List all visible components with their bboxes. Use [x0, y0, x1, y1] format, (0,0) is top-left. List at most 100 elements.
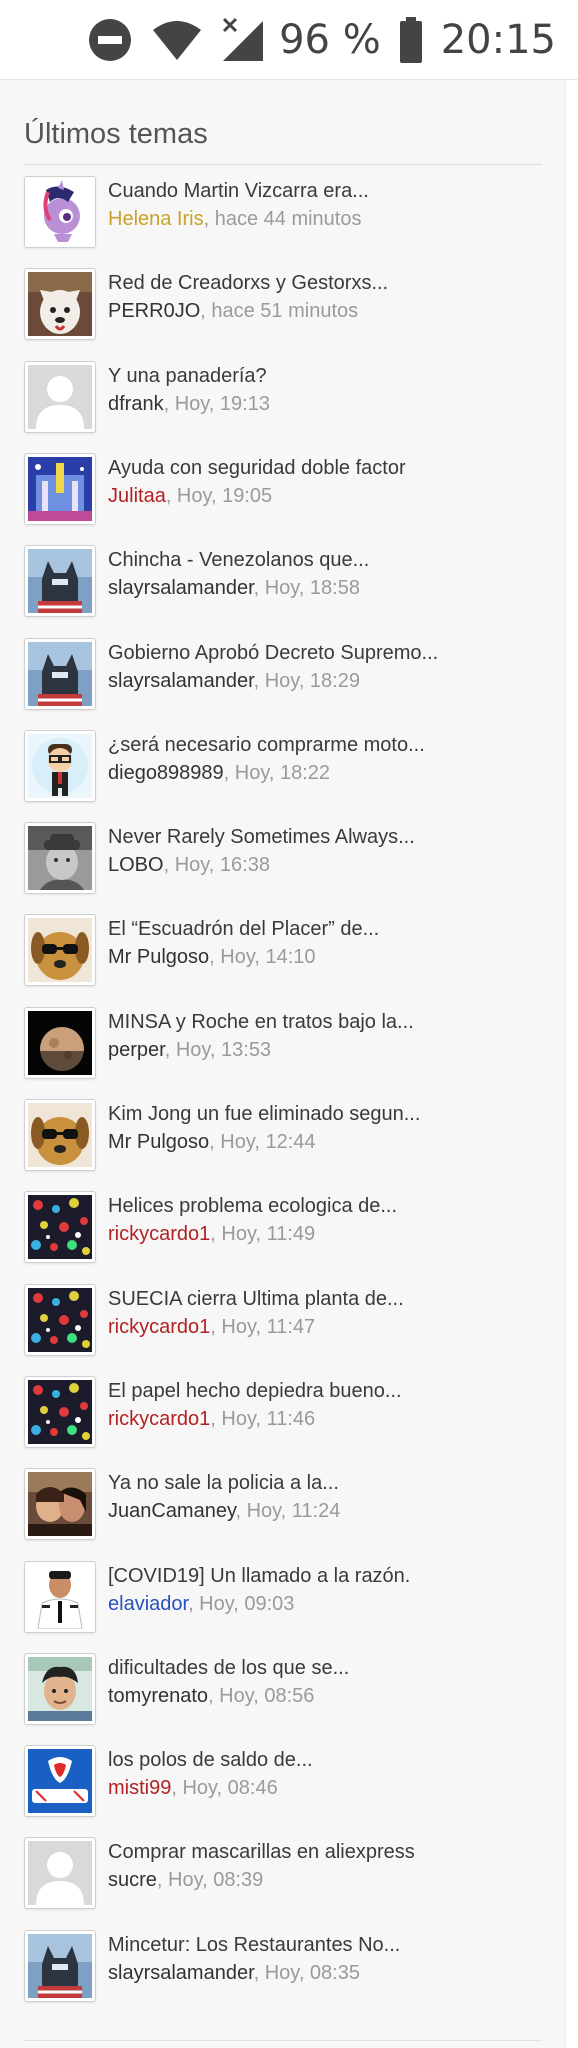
topic-row[interactable]: Kim Jong un fue eliminado segun... Mr Pul… [24, 1099, 542, 1179]
avatar[interactable] [24, 637, 96, 710]
avatar[interactable] [24, 1375, 96, 1448]
topic-meta: LOBO, Hoy, 16:38 [108, 851, 538, 879]
author-link[interactable]: misti99 [108, 1777, 171, 1799]
author-link[interactable]: slayrsalamander [108, 670, 254, 692]
topic-text: Y una panadería? dfrank, Hoy, 19:13 [108, 361, 538, 418]
topic-row[interactable]: Ayuda con seguridad doble factor Julitaa,… [24, 452, 542, 533]
topic-row[interactable]: El papel hecho depiedra bueno... rickycar… [24, 1375, 542, 1456]
topic-title-link[interactable]: Helices problema ecologica de... [108, 1193, 538, 1219]
avatar[interactable] [24, 452, 96, 525]
topic-title-link[interactable]: El “Escuadrón del Placer” de... [108, 916, 538, 942]
author-link[interactable]: rickycardo1 [108, 1223, 210, 1245]
topic-title-link[interactable]: Kim Jong un fue eliminado segun... [108, 1101, 538, 1127]
topic-title-link[interactable]: Gobierno Aprobó Decreto Supremo... [108, 640, 538, 666]
topic-row[interactable]: ¿será necesario comprarme moto... diego89… [24, 729, 542, 810]
topic-title-link[interactable]: Never Rarely Sometimes Always... [108, 824, 538, 850]
avatar[interactable] [24, 1652, 96, 1725]
post-time: , Hoy, 08:56 [208, 1684, 315, 1707]
avatar[interactable] [24, 545, 96, 618]
title-divider [24, 164, 542, 165]
topic-title-link[interactable]: Mincetur: Los Restaurantes No... [108, 1932, 538, 1958]
topic-meta: Mr Pulgoso, Hoy, 12:44 [108, 1128, 538, 1156]
author-link[interactable]: slayrsalamander [108, 577, 254, 599]
author-link[interactable]: slayrsalamander [108, 1962, 254, 1984]
topic-row[interactable]: Y una panadería? dfrank, Hoy, 19:13 [24, 360, 542, 441]
topic-row[interactable]: SUECIA cierra Ultima planta de... rickyca… [24, 1283, 542, 1364]
battery-percent: 96 % [279, 16, 381, 63]
topic-row[interactable]: El “Escuadrón del Placer” de... Mr Pulgos… [24, 914, 542, 994]
topic-row[interactable]: Red de Creadorxs y Gestorxs... PERR0JO, h… [24, 268, 542, 348]
topic-text: El “Escuadrón del Placer” de... Mr Pulgos… [108, 914, 538, 971]
topic-title-link[interactable]: Y una panadería? [108, 363, 538, 389]
author-link[interactable]: PERR0JO [108, 300, 200, 322]
topic-title-link[interactable]: Ayuda con seguridad doble factor [108, 455, 538, 481]
topic-meta: elaviador, Hoy, 09:03 [108, 1590, 538, 1618]
topic-row[interactable]: Ya no sale la policia a la... JuanCamaney… [24, 1468, 542, 1548]
topic-title-link[interactable]: SUECIA cierra Ultima planta de... [108, 1286, 538, 1312]
author-link[interactable]: sucre [108, 1869, 157, 1891]
author-link[interactable]: Julitaa [108, 485, 166, 507]
topic-title-link[interactable]: Red de Creadorxs y Gestorxs... [108, 270, 538, 296]
topic-title-link[interactable]: dificultades de los que se... [108, 1655, 538, 1681]
author-link[interactable]: Mr Pulgoso [108, 1131, 209, 1153]
avatar[interactable] [24, 1560, 96, 1633]
topic-text: Ya no sale la policia a la... JuanCamaney… [108, 1468, 538, 1525]
avatar[interactable] [24, 176, 96, 248]
topic-title-link[interactable]: [COVID19] Un llamado a la razón. [108, 1563, 538, 1589]
avatar[interactable] [24, 1745, 96, 1818]
avatar[interactable] [24, 1006, 96, 1079]
author-link[interactable]: perper [108, 1039, 165, 1061]
avatar[interactable] [24, 1468, 96, 1541]
topic-text: [COVID19] Un llamado a la razón. elaviado… [108, 1561, 538, 1618]
topic-meta: sucre, Hoy, 08:39 [108, 1866, 538, 1894]
topic-row[interactable]: Never Rarely Sometimes Always... LOBO, Ho… [24, 822, 542, 902]
author-link[interactable]: Mr Pulgoso [108, 946, 209, 968]
topic-title-link[interactable]: los polos de saldo de... [108, 1747, 538, 1773]
topic-row[interactable]: los polos de saldo de... misti99, Hoy, 08… [24, 1745, 542, 1825]
author-link[interactable]: elaviador [108, 1593, 188, 1615]
avatar[interactable] [24, 1929, 96, 2002]
author-link[interactable]: Helena Iris [108, 208, 204, 230]
topic-row[interactable]: [COVID19] Un llamado a la razón. elaviado… [24, 1560, 542, 1641]
avatar[interactable] [24, 914, 96, 987]
post-time: , Hoy, 08:46 [171, 1777, 278, 1800]
author-link[interactable]: LOBO [108, 854, 164, 876]
topic-row[interactable]: Cuando Martin Vizcarra era... Helena Iris… [24, 176, 542, 256]
topic-row[interactable]: Gobierno Aprobó Decreto Supremo... slayrs… [24, 637, 542, 718]
topic-text: Never Rarely Sometimes Always... LOBO, Ho… [108, 822, 538, 879]
author-link[interactable]: rickycardo1 [108, 1408, 210, 1430]
topic-title-link[interactable]: Chincha - Venezolanos que... [108, 547, 538, 573]
post-time: , hace 51 minutos [200, 300, 359, 323]
topic-title-link[interactable]: Comprar mascarillas en aliexpress [108, 1839, 538, 1865]
avatar[interactable] [24, 1191, 96, 1264]
topic-title-link[interactable]: ¿será necesario comprarme moto... [108, 732, 538, 758]
topic-meta: rickycardo1, Hoy, 11:46 [108, 1405, 538, 1433]
author-link[interactable]: tomyrenato [108, 1685, 208, 1707]
author-link[interactable]: rickycardo1 [108, 1316, 210, 1338]
avatar[interactable] [24, 1283, 96, 1356]
topic-row[interactable]: dificultades de los que se... tomyrenato,… [24, 1652, 542, 1733]
topic-title-link[interactable]: Ya no sale la policia a la... [108, 1470, 538, 1496]
avatar[interactable] [24, 360, 96, 433]
battery-icon [399, 16, 423, 63]
topic-row[interactable]: Mincetur: Los Restaurantes No... slayrsal… [24, 1929, 542, 2010]
topic-text: Red de Creadorxs y Gestorxs... PERR0JO, h… [108, 268, 538, 325]
topic-title-link[interactable]: Cuando Martin Vizcarra era... [108, 178, 538, 204]
topic-row[interactable]: Chincha - Venezolanos que... slayrsalaman… [24, 545, 542, 625]
avatar[interactable] [24, 1099, 96, 1171]
topic-row[interactable]: MINSA y Roche en tratos bajo la... perper… [24, 1006, 542, 1087]
topic-row[interactable]: Helices problema ecologica de... rickycar… [24, 1191, 542, 1271]
topic-title-link[interactable]: MINSA y Roche en tratos bajo la... [108, 1009, 538, 1035]
status-bar: 96 % 20:15 [0, 0, 578, 80]
avatar[interactable] [24, 268, 96, 341]
author-link[interactable]: dfrank [108, 393, 164, 415]
author-link[interactable]: JuanCamaney [108, 1500, 235, 1522]
avatar[interactable] [24, 1837, 96, 1910]
avatar[interactable] [24, 729, 96, 802]
avatar[interactable] [24, 822, 96, 895]
author-link[interactable]: diego898989 [108, 762, 224, 784]
clock: 20:15 [440, 16, 556, 63]
topic-title-link[interactable]: El papel hecho depiedra bueno... [108, 1378, 538, 1404]
topic-row[interactable]: Comprar mascarillas en aliexpress sucre, … [24, 1837, 542, 1917]
post-time: , Hoy, 19:13 [163, 392, 270, 415]
